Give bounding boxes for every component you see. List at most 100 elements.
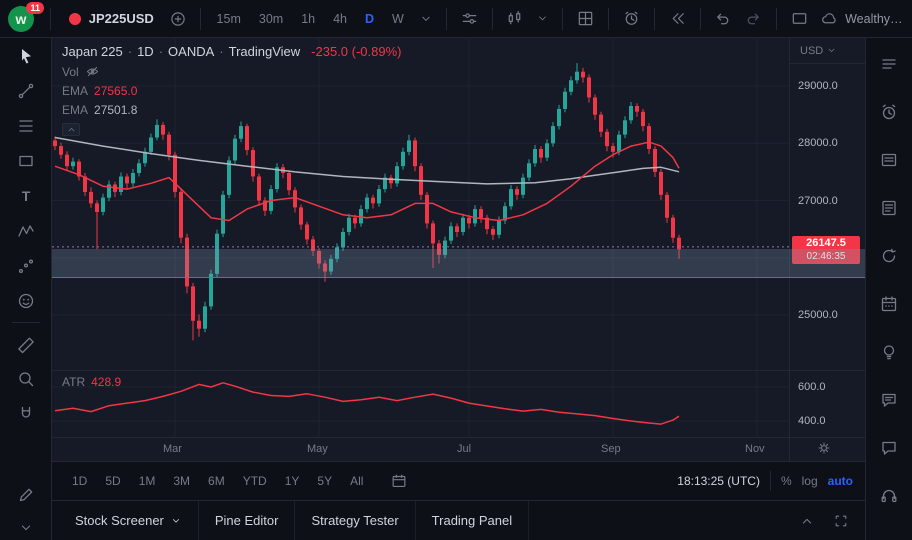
time-axis-corner — [789, 438, 865, 461]
timeframe-15m[interactable]: 15m — [211, 8, 247, 30]
undo-icon[interactable] — [710, 6, 735, 31]
go-to-date-icon[interactable] — [387, 469, 411, 493]
symbol-label: JP225USD — [88, 11, 154, 26]
month-tick-label: Jul — [457, 443, 472, 455]
collapse-chevron-icon[interactable] — [18, 520, 34, 536]
log-scale-toggle[interactable]: log — [802, 474, 818, 488]
ema-fast-legend-row[interactable]: EMA 27565.0 — [62, 84, 402, 98]
trendline-icon[interactable] — [16, 81, 36, 101]
range-ytd[interactable]: YTD — [235, 470, 275, 492]
chart-canvas[interactable]: Japan 225 · 1D · OANDA · TradingView -23… — [52, 38, 789, 370]
timeframe-1h[interactable]: 1h — [295, 8, 321, 30]
price-tick-label: 27000.0 — [798, 194, 838, 207]
chart-settings-gear-icon[interactable] — [816, 440, 832, 456]
chat-icon[interactable] — [879, 390, 899, 410]
timeframe-30m[interactable]: 30m — [253, 8, 289, 30]
atr-chart — [52, 371, 789, 438]
volume-label: Vol — [62, 64, 79, 79]
alert-clock-icon[interactable] — [619, 6, 644, 31]
separator-dot: · — [219, 44, 224, 59]
pencil-icon[interactable] — [16, 485, 36, 505]
range-5d[interactable]: 5D — [97, 470, 128, 492]
range-6m[interactable]: 6M — [200, 470, 233, 492]
range-5y[interactable]: 5Y — [309, 470, 340, 492]
atr-axis[interactable]: 600.0 400.0 — [789, 371, 865, 438]
news-icon[interactable] — [879, 150, 899, 170]
chart-legend: Japan 225 · 1D · OANDA · TradingView -23… — [62, 44, 402, 136]
ideas-icon[interactable] — [879, 342, 899, 362]
cursor-icon[interactable] — [16, 46, 36, 66]
month-tick-label: Nov — [745, 443, 765, 455]
emoji-icon[interactable] — [16, 291, 36, 311]
divider — [776, 7, 778, 30]
cloud-icon — [820, 9, 839, 28]
forecast-icon[interactable] — [16, 256, 36, 276]
legend-collapse-button[interactable] — [62, 123, 80, 136]
price-axis[interactable]: USD 29000.028000.027000.026000.025000.02… — [789, 38, 865, 370]
magnet-icon[interactable] — [16, 404, 36, 424]
ema-slow-legend-row[interactable]: EMA 27501.8 — [62, 103, 402, 117]
cloud-account[interactable]: Wealthy Educ... — [820, 9, 904, 28]
last-price-label: 26147.5 02:46:35 — [792, 236, 860, 265]
watchlist-icon[interactable] — [879, 54, 899, 74]
range-1d[interactable]: 1D — [64, 470, 95, 492]
range-all[interactable]: All — [342, 470, 371, 492]
legend-change: -235.0 (-0.89%) — [311, 44, 402, 59]
divider — [653, 7, 655, 30]
tab-trading-panel[interactable]: Trading Panel — [416, 501, 530, 540]
timeframe-1w[interactable]: W — [386, 8, 410, 30]
eye-off-icon[interactable] — [85, 64, 100, 79]
zoom-icon[interactable] — [16, 369, 36, 389]
app-logo[interactable]: w 11 — [8, 1, 44, 33]
chevron-down-icon — [170, 515, 182, 527]
timeframe-1d-active[interactable]: D — [359, 8, 380, 30]
chart-type-icon[interactable] — [502, 6, 527, 31]
atr-canvas[interactable]: ATR 428.9 — [52, 371, 789, 438]
time-scale[interactable]: Mar May Jul Sep Nov — [52, 438, 789, 461]
range-toolbar: 1D 5D 1M 3M 6M YTD 1Y 5Y All 18:13:25 (U… — [52, 461, 865, 500]
xabcd-pattern-icon[interactable] — [16, 221, 36, 241]
price-tick-label: 28000.0 — [798, 137, 838, 150]
alerts-icon[interactable] — [879, 102, 899, 122]
help-icon[interactable] — [879, 486, 899, 506]
ema-fast-label: EMA — [62, 84, 89, 98]
timeframe-4h[interactable]: 4h — [327, 8, 353, 30]
tab-strategy-tester[interactable]: Strategy Tester — [295, 501, 416, 540]
currency-selector[interactable]: USD — [790, 38, 865, 64]
expand-panel-icon[interactable] — [799, 513, 815, 529]
price-tick-label: 25000.0 — [798, 309, 838, 321]
text-tool-icon[interactable]: T — [16, 186, 36, 206]
auto-scale-toggle[interactable]: auto — [828, 474, 853, 488]
ruler-icon[interactable] — [16, 334, 36, 354]
layout-rect-icon[interactable] — [787, 6, 812, 31]
fib-icon[interactable] — [16, 116, 36, 136]
percent-scale-toggle[interactable]: % — [781, 474, 792, 488]
tab-stock-screener[interactable]: Stock Screener — [58, 501, 199, 540]
timeframe-menu-chevron[interactable] — [416, 9, 436, 29]
chart-type-chevron[interactable] — [533, 9, 552, 28]
atr-label: ATR — [62, 375, 86, 389]
divider — [50, 7, 51, 30]
range-3m[interactable]: 3M — [165, 470, 198, 492]
symbol-button[interactable]: JP225USD — [61, 7, 160, 31]
hotlists-icon[interactable] — [879, 246, 899, 266]
tab-pine-editor[interactable]: Pine Editor — [199, 501, 296, 540]
clock-utc[interactable]: 18:13:25 (UTC) — [677, 474, 760, 488]
layout-grid-icon[interactable] — [573, 6, 598, 31]
calendar-icon[interactable] — [879, 294, 899, 314]
atr-tick-label: 400.0 — [798, 415, 826, 427]
redo-icon[interactable] — [741, 6, 766, 31]
indicators-icon[interactable] — [457, 6, 482, 31]
replay-icon[interactable] — [665, 6, 690, 31]
shapes-icon[interactable] — [16, 151, 36, 171]
bottom-panel: Stock Screener Pine Editor Strategy Test… — [52, 500, 865, 540]
fullscreen-icon[interactable] — [833, 513, 849, 529]
range-1m[interactable]: 1M — [131, 470, 164, 492]
compare-add-icon[interactable] — [166, 7, 190, 31]
tab-label: Pine Editor — [214, 513, 279, 528]
data-window-icon[interactable] — [879, 198, 899, 218]
public-chat-icon[interactable] — [879, 438, 899, 458]
atr-legend-row[interactable]: ATR 428.9 — [62, 375, 121, 389]
divider — [199, 7, 201, 30]
range-1y[interactable]: 1Y — [277, 470, 308, 492]
